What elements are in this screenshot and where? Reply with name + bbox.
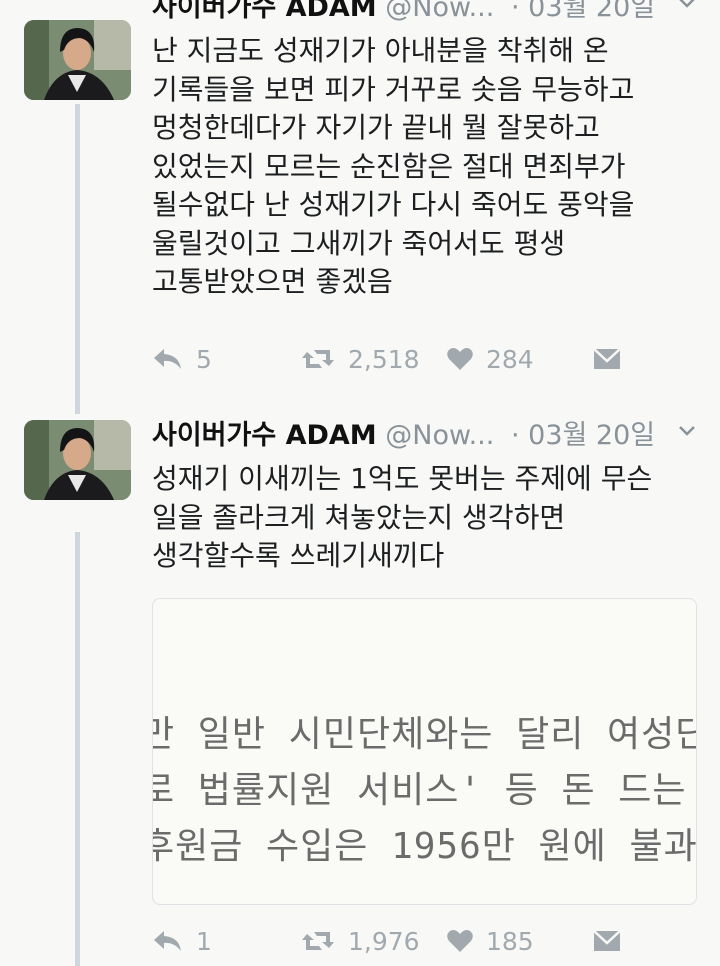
tweet-header: 사이버가수 ADAM @Now... · 03월 20일 bbox=[152, 416, 712, 456]
tweet-text: 성재기 이새끼는 1억도 못버는 주제에 무슨 일을 졸라크게 쳐놓았는지 생각… bbox=[152, 462, 653, 572]
reply-button[interactable]: 5 bbox=[152, 341, 212, 377]
envelope-icon bbox=[592, 929, 622, 953]
timestamp[interactable]: 03월 20일 bbox=[528, 420, 655, 451]
like-button[interactable]: 284 bbox=[446, 341, 534, 377]
retweet-count: 2,518 bbox=[348, 344, 420, 374]
retweet-icon bbox=[300, 346, 336, 372]
chevron-down-icon[interactable] bbox=[676, 0, 698, 28]
retweet-button[interactable]: 2,518 bbox=[300, 341, 420, 377]
avatar[interactable] bbox=[24, 420, 131, 500]
timestamp[interactable]: 03월 20일 bbox=[528, 0, 655, 23]
like-count: 284 bbox=[486, 344, 534, 374]
direct-message-button[interactable] bbox=[592, 923, 622, 959]
reply-count: 1 bbox=[196, 926, 212, 956]
heart-icon bbox=[446, 346, 474, 372]
direct-message-button[interactable] bbox=[592, 341, 622, 377]
retweet-count: 1,976 bbox=[348, 926, 420, 956]
reply-icon bbox=[152, 346, 184, 372]
tweet-1[interactable]: 사이버가수 ADAM @Now... · 03월 20일 난 지금도 성재기가 … bbox=[0, 0, 720, 400]
tweet-text: 난 지금도 성재기가 아내분을 착취해 온 기록들을 보면 피가 거꾸로 솟음 … bbox=[152, 34, 635, 298]
handle[interactable]: @Now... bbox=[385, 0, 494, 23]
reply-button[interactable]: 1 bbox=[152, 923, 212, 959]
separator: · bbox=[510, 0, 520, 23]
reply-count: 5 bbox=[196, 344, 212, 374]
display-name[interactable]: 사이버가수 ADAM bbox=[152, 420, 377, 451]
tweet-actions: 5 2,518 284 bbox=[152, 341, 632, 377]
handle[interactable]: @Now... bbox=[385, 420, 494, 451]
like-count: 185 bbox=[486, 926, 534, 956]
chevron-down-icon[interactable] bbox=[676, 416, 698, 456]
like-button[interactable]: 185 bbox=[446, 923, 534, 959]
tweet-header: 사이버가수 ADAM @Now... · 03월 20일 bbox=[152, 0, 712, 28]
article-text-image: 만 일반 시민단체와는 달리 여성단체 로 법률지원 서비스' 등 돈 드는 사… bbox=[153, 714, 697, 867]
separator: · bbox=[510, 420, 520, 451]
retweet-icon bbox=[300, 928, 336, 954]
reply-icon bbox=[152, 928, 184, 954]
avatar[interactable] bbox=[24, 20, 131, 100]
display-name[interactable]: 사이버가수 ADAM bbox=[152, 0, 377, 23]
attached-image[interactable]: 만 일반 시민단체와는 달리 여성단체 로 법률지원 서비스' 등 돈 드는 사… bbox=[152, 598, 697, 905]
retweet-button[interactable]: 1,976 bbox=[300, 923, 420, 959]
tweet-actions: 1 1,976 185 bbox=[152, 923, 632, 959]
envelope-icon bbox=[592, 347, 622, 371]
heart-icon bbox=[446, 928, 474, 954]
